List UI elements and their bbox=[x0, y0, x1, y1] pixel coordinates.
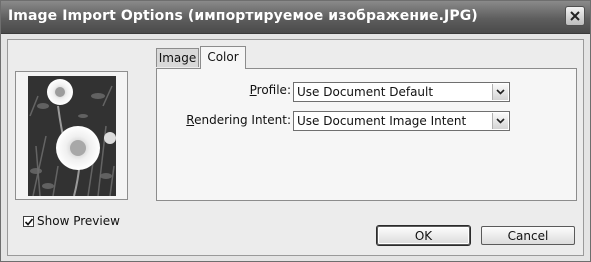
show-preview-label: Show Preview bbox=[37, 214, 120, 228]
rendering-intent-select-value: Use Document Image Intent bbox=[297, 114, 467, 128]
dialog-body: Show Preview Image Color Profile: Use Do… bbox=[7, 39, 584, 256]
tab-image[interactable]: Image bbox=[156, 48, 199, 67]
window-title: Image Import Options (импортируемое изоб… bbox=[8, 8, 478, 24]
profile-dropdown-button[interactable] bbox=[492, 84, 508, 100]
dandelion-photo-icon bbox=[28, 76, 116, 196]
profile-select-value: Use Document Default bbox=[297, 85, 434, 99]
tab-color[interactable]: Color bbox=[200, 46, 246, 69]
rendering-intent-select[interactable]: Use Document Image Intent bbox=[293, 111, 510, 131]
color-tab-panel: Profile: Use Document Default Rendering … bbox=[156, 68, 577, 201]
close-button[interactable] bbox=[565, 6, 585, 26]
ok-button[interactable]: OK bbox=[377, 226, 470, 245]
close-icon bbox=[570, 11, 580, 21]
cancel-button[interactable]: Cancel bbox=[481, 226, 575, 245]
rendering-intent-dropdown-button[interactable] bbox=[492, 113, 508, 129]
rendering-intent-label: Rendering Intent: bbox=[186, 113, 291, 127]
chevron-down-icon bbox=[496, 118, 505, 124]
checkmark-icon bbox=[24, 217, 34, 226]
profile-select[interactable]: Use Document Default bbox=[293, 82, 510, 102]
chevron-down-icon bbox=[496, 89, 505, 95]
show-preview-option[interactable]: Show Preview bbox=[23, 213, 120, 229]
title-bar[interactable]: Image Import Options (импортируемое изоб… bbox=[1, 1, 590, 34]
image-import-options-dialog: Image Import Options (импортируемое изоб… bbox=[0, 0, 591, 262]
show-preview-checkbox[interactable] bbox=[23, 215, 34, 227]
image-preview bbox=[15, 71, 128, 200]
profile-label: Profile: bbox=[249, 83, 291, 97]
